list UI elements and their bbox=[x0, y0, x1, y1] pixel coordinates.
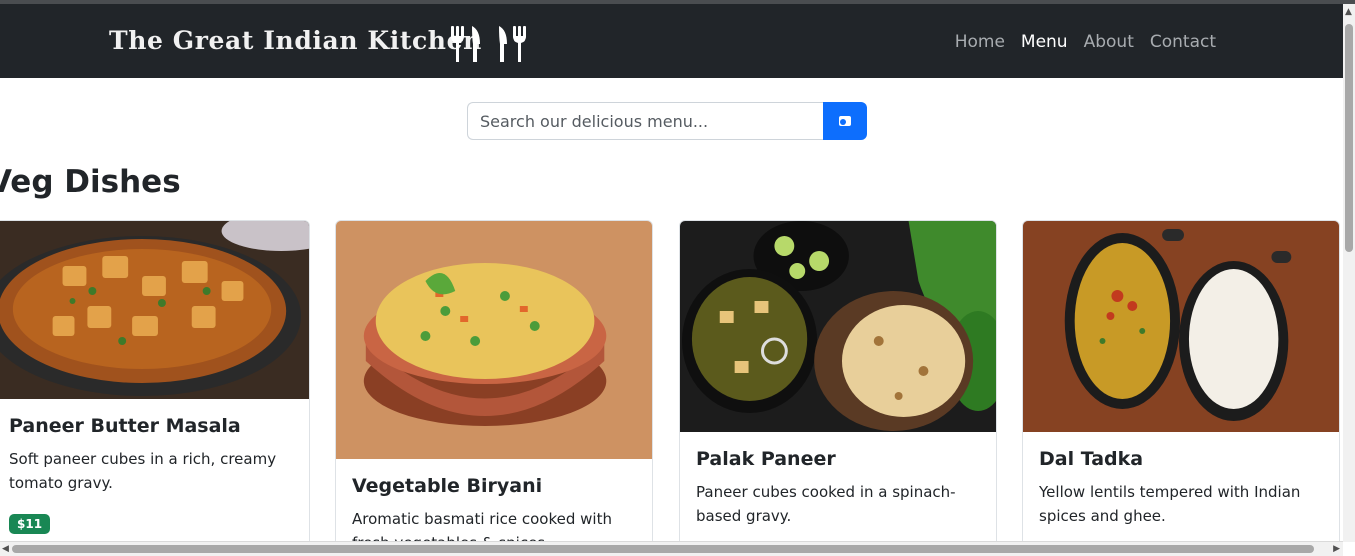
dish-name: Paneer Butter Masala bbox=[9, 415, 241, 437]
vertical-scroll-thumb[interactable] bbox=[1345, 24, 1353, 252]
navbar: The Great Indian Kitchen Home Menu About… bbox=[0, 4, 1343, 78]
scroll-left-icon[interactable]: ◀ bbox=[2, 544, 9, 554]
nav-contact[interactable]: Contact bbox=[1150, 32, 1216, 52]
dish-name: Palak Paneer bbox=[696, 448, 836, 470]
price-badge: $11 bbox=[9, 514, 51, 534]
search-input[interactable] bbox=[467, 102, 823, 140]
dish-image bbox=[0, 221, 309, 399]
cutlery-icon bbox=[451, 26, 526, 62]
main-nav: Home Menu About Contact bbox=[955, 32, 1216, 52]
nav-menu[interactable]: Menu bbox=[1021, 32, 1068, 52]
dish-image bbox=[680, 221, 996, 432]
nav-about[interactable]: About bbox=[1084, 32, 1134, 52]
dish-card: Dal Tadka Yellow lentils tempered with I… bbox=[1022, 220, 1340, 550]
dish-description: Soft paneer cubes in a rich, creamy toma… bbox=[9, 450, 277, 492]
dish-name: Dal Tadka bbox=[1039, 448, 1144, 470]
vertical-scrollbar[interactable]: ▲ bbox=[1343, 4, 1355, 542]
brand-title[interactable]: The Great Indian Kitchen bbox=[109, 26, 482, 55]
search-icon bbox=[839, 116, 851, 126]
dish-description: Yellow lentils tempered with Indian spic… bbox=[1039, 483, 1301, 525]
nav-home[interactable]: Home bbox=[955, 32, 1005, 52]
dish-card: Paneer Butter Masala Soft paneer cubes i… bbox=[0, 220, 310, 550]
dish-name: Vegetable Biryani bbox=[352, 475, 543, 497]
dish-image bbox=[1023, 221, 1339, 432]
dish-card: Palak Paneer Paneer cubes cooked in a sp… bbox=[679, 220, 997, 550]
scroll-up-icon[interactable]: ▲ bbox=[1345, 7, 1352, 17]
scroll-right-icon[interactable]: ▶ bbox=[1333, 544, 1340, 554]
dish-image bbox=[336, 221, 652, 459]
dish-description: Paneer cubes cooked in a spinach-based g… bbox=[696, 483, 956, 525]
section-title: Veg Dishes bbox=[0, 164, 181, 200]
search-bar bbox=[467, 102, 867, 140]
horizontal-scrollbar[interactable]: ◀ ▶ bbox=[0, 541, 1343, 556]
search-button[interactable] bbox=[823, 102, 867, 140]
dish-card: Vegetable Biryani Aromatic basmati rice … bbox=[335, 220, 653, 550]
horizontal-scroll-thumb[interactable] bbox=[12, 545, 1314, 553]
